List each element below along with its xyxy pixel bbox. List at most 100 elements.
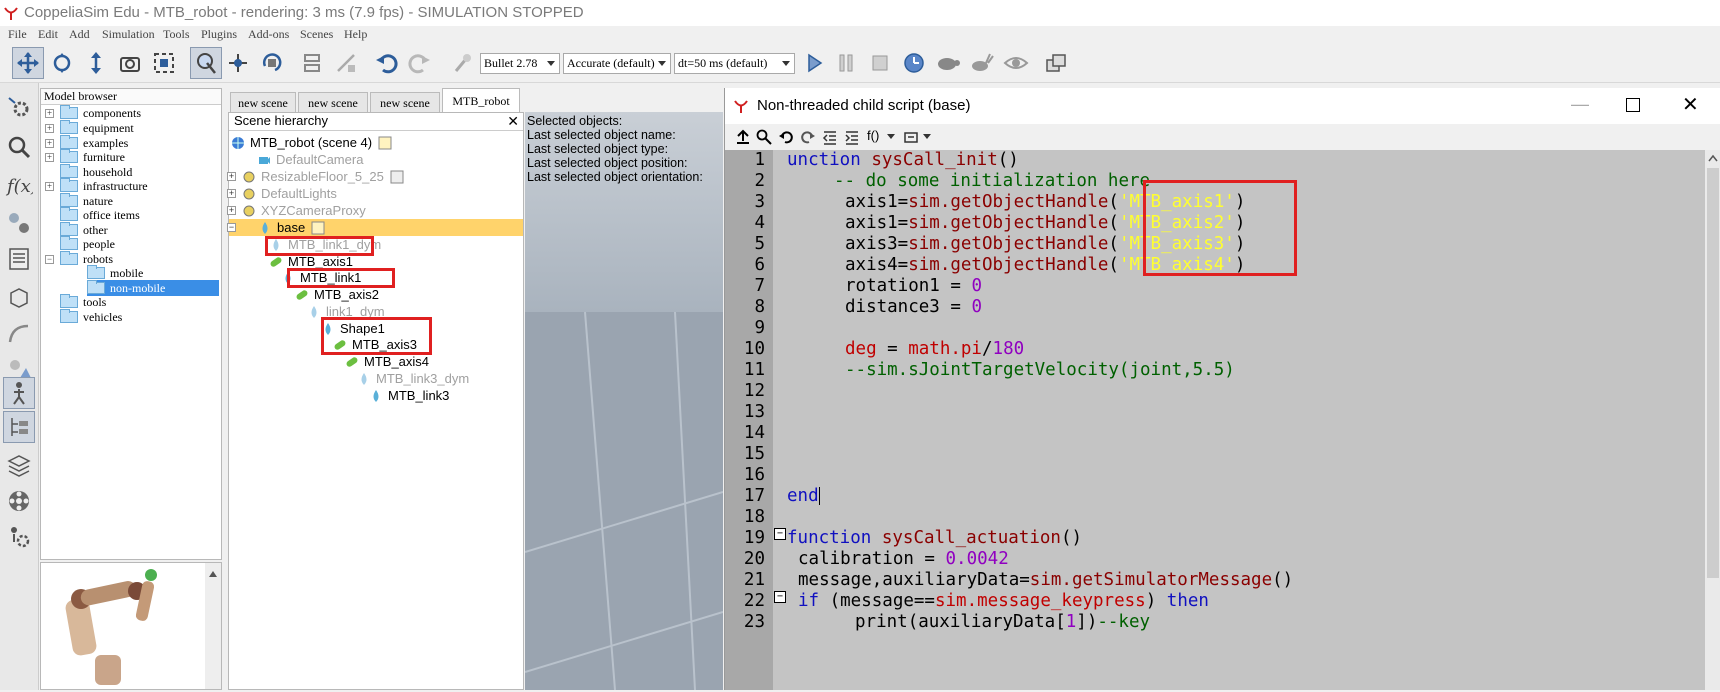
slow-down-button[interactable] — [932, 47, 964, 79]
scene-hierarchy-toggle[interactable] — [3, 411, 35, 443]
camera-pan-button[interactable] — [12, 47, 44, 79]
chevron-down-icon[interactable] — [923, 134, 931, 139]
model-folder-equipment[interactable]: + equipment — [45, 120, 134, 136]
model-folder-components[interactable]: + components — [45, 105, 141, 121]
model-folder-infrastructure[interactable]: + infrastructure — [45, 178, 148, 194]
expand-icon[interactable]: + — [45, 152, 54, 162]
timestep-select[interactable]: dt=50 ms (default) — [674, 53, 795, 74]
menu-edit[interactable]: Edit — [38, 27, 58, 42]
script-icon[interactable] — [390, 170, 404, 184]
script-icon[interactable] — [378, 136, 392, 150]
page-selector-button[interactable] — [1040, 47, 1072, 79]
outdent-icon[interactable] — [822, 129, 838, 145]
menu-file[interactable]: File — [8, 27, 27, 42]
redo-icon[interactable] — [800, 129, 816, 145]
tab-new-scene-1[interactable]: new scene — [230, 92, 296, 112]
menu-tools[interactable]: Tools — [163, 27, 190, 42]
script-icon[interactable] — [311, 221, 325, 235]
hierarchy-item-base[interactable]: − base — [227, 219, 523, 236]
scripts-button[interactable] — [3, 243, 35, 275]
maximize-icon[interactable] — [1626, 98, 1640, 112]
menu-simulation[interactable]: Simulation — [102, 27, 155, 42]
physics-engine-select[interactable]: Bullet 2.78 — [480, 53, 560, 74]
model-folder-tools[interactable]: tools — [60, 294, 106, 310]
user-settings-button[interactable] — [3, 521, 35, 553]
model-browser-toggle[interactable] — [3, 377, 35, 409]
camera-shift-button[interactable] — [80, 47, 112, 79]
click-select-button[interactable] — [190, 47, 222, 79]
snippet-icon[interactable] — [903, 129, 919, 145]
menu-help[interactable]: Help — [344, 27, 367, 42]
camera-rotate-button[interactable] — [46, 47, 78, 79]
layers-button[interactable] — [3, 449, 35, 481]
expand-icon[interactable]: + — [227, 172, 236, 181]
expand-icon[interactable]: + — [227, 189, 236, 198]
speed-up-button[interactable] — [966, 47, 998, 79]
close-icon[interactable]: ✕ — [507, 113, 519, 130]
fold-marker[interactable]: − — [774, 528, 786, 540]
object-shift-button[interactable] — [222, 47, 254, 79]
function-list-button[interactable]: f() — [867, 128, 879, 143]
camera-angle-button[interactable] — [114, 47, 146, 79]
object-rotate-button[interactable] — [256, 47, 288, 79]
hierarchy-item-mtb-axis4[interactable]: MTB_axis4 — [345, 353, 429, 370]
menu-add[interactable]: Add — [69, 27, 90, 42]
model-folder-non-mobile[interactable]: non-mobile — [87, 280, 219, 296]
scene-viewport[interactable] — [525, 112, 723, 690]
hierarchy-item-default-camera[interactable]: DefaultCamera — [257, 151, 363, 168]
start-simulation-button[interactable] — [798, 47, 830, 79]
close-icon[interactable]: ✕ — [1682, 92, 1699, 117]
shape-edit-button[interactable] — [3, 281, 35, 313]
fit-to-view-button[interactable] — [148, 47, 180, 79]
calculation-modules-button[interactable] — [3, 131, 35, 163]
search-icon[interactable] — [756, 129, 772, 145]
upload-icon[interactable] — [735, 129, 751, 145]
scroll-up-icon[interactable] — [1705, 150, 1720, 166]
path-edit-button[interactable] — [3, 317, 35, 349]
chevron-down-icon[interactable] — [887, 134, 895, 139]
expand-icon[interactable]: + — [45, 108, 54, 118]
tab-mtb-robot[interactable]: MTB_robot — [442, 88, 520, 112]
undo-button[interactable] — [370, 47, 402, 79]
tab-new-scene-3[interactable]: new scene — [370, 92, 440, 112]
environment-button[interactable] — [3, 207, 35, 239]
menu-scenes[interactable]: Scenes — [300, 27, 333, 42]
code-editor[interactable]: 1 2 3 4 5 6 7 8 9 10 11 12 13 14 15 16 1… — [725, 150, 1720, 690]
expand-icon[interactable]: + — [45, 138, 54, 148]
fold-marker[interactable]: − — [774, 591, 786, 603]
scrollbar-thumb[interactable] — [1707, 168, 1719, 578]
hierarchy-item-resizable-floor[interactable]: + ResizableFloor_5_25 — [227, 168, 409, 185]
model-folder-vehicles[interactable]: vehicles — [60, 309, 122, 325]
tab-new-scene-2[interactable]: new scene — [298, 92, 368, 112]
hierarchy-item-default-lights[interactable]: + DefaultLights — [227, 185, 337, 202]
expand-icon[interactable]: + — [45, 123, 54, 133]
robot-arm-thumbnail[interactable] — [41, 563, 221, 689]
expand-icon[interactable]: + — [45, 181, 54, 191]
assemble-button[interactable] — [296, 47, 328, 79]
hierarchy-item-mtb-link3-dym[interactable]: MTB_link3_dym — [357, 370, 469, 387]
toggle-visualization-button[interactable] — [1000, 47, 1032, 79]
model-folder-office-items[interactable]: office items — [60, 207, 140, 223]
accuracy-select[interactable]: Accurate (default) — [563, 53, 671, 74]
indent-icon[interactable] — [844, 129, 860, 145]
menu-addons[interactable]: Add-ons — [248, 27, 289, 42]
simulation-settings-button[interactable] — [3, 91, 35, 123]
video-recorder-button[interactable] — [3, 485, 35, 517]
hierarchy-item-mtb-axis2[interactable]: MTB_axis2 — [295, 286, 379, 303]
undo-icon[interactable] — [778, 129, 794, 145]
expand-icon[interactable]: + — [227, 206, 236, 215]
stop-simulation-button[interactable] — [864, 47, 896, 79]
collapse-icon[interactable]: − — [45, 254, 54, 264]
menu-plugins[interactable]: Plugins — [201, 27, 237, 42]
model-folder-furniture[interactable]: + furniture — [45, 149, 125, 165]
hierarchy-item-mtb-link3[interactable]: MTB_link3 — [369, 387, 449, 404]
minimize-icon[interactable]: — — [1568, 94, 1592, 118]
hierarchy-item-xyz-camera-proxy[interactable]: + XYZCameraProxy — [227, 202, 366, 219]
model-folder-people[interactable]: people — [60, 236, 115, 252]
collapse-icon[interactable]: − — [227, 223, 236, 232]
collections-button[interactable]: f(x) — [3, 169, 35, 201]
vertical-scrollbar[interactable] — [1705, 150, 1720, 690]
dynamics-toggle-button[interactable] — [446, 47, 478, 79]
pause-simulation-button[interactable] — [830, 47, 862, 79]
redo-button[interactable] — [404, 47, 436, 79]
